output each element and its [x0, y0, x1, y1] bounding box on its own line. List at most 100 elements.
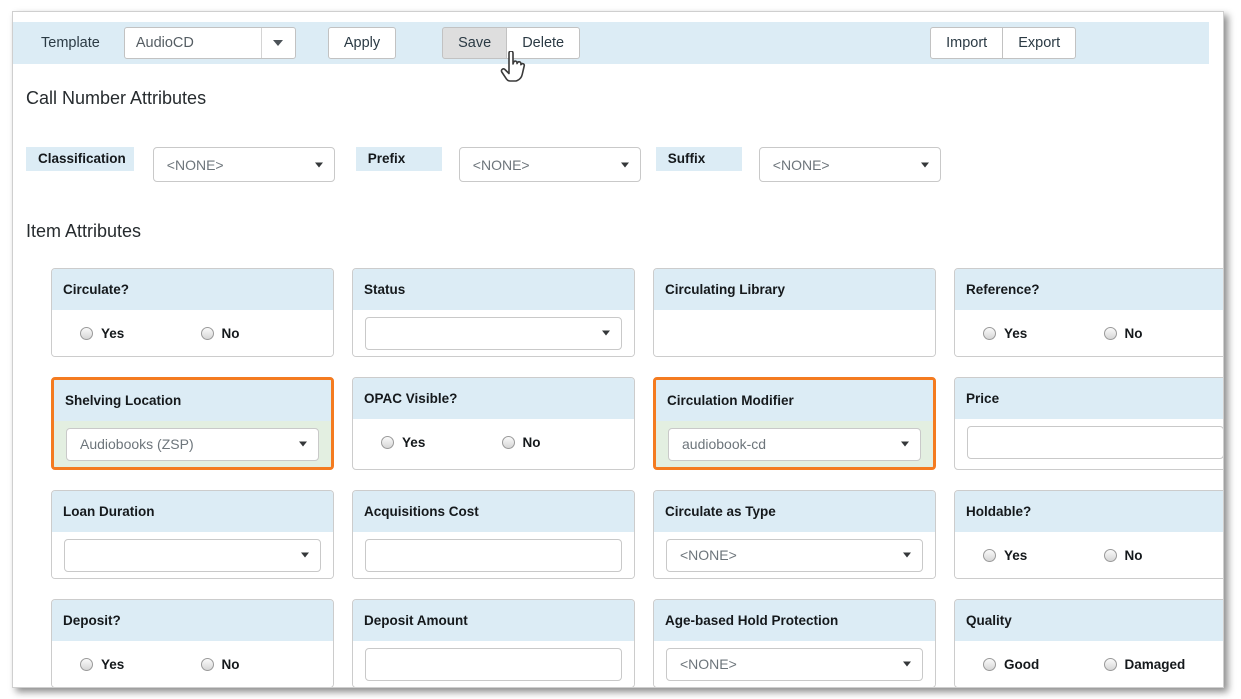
suffix-select[interactable]: <NONE> [758, 147, 941, 182]
attr-body-circulation-modifier: audiobook-cd [656, 421, 934, 467]
input-acquisitions-cost[interactable] [365, 538, 622, 572]
attr-card-circulating-library: Circulating Library [653, 268, 936, 357]
attr-label-circulation-modifier: Circulation Modifier [656, 380, 934, 421]
radio-holdable-yes[interactable]: Yes [983, 548, 1104, 563]
item-attributes-row: Shelving Location Audiobooks (ZSP) OPAC Vi… [51, 377, 1223, 470]
radio-button-icon[interactable] [200, 326, 214, 340]
radio-label: Yes [101, 656, 125, 672]
radio-group-holdable: Yes No [967, 548, 1224, 563]
classification-select[interactable]: <NONE> [152, 147, 335, 182]
radio-label: Yes [1004, 547, 1028, 563]
radio-button-icon[interactable] [983, 657, 996, 671]
select-circulation-modifier[interactable]: audiobook-cd [668, 427, 922, 461]
attr-card-quality: Quality Good Damaged [954, 599, 1224, 687]
attr-body-reference: Yes No [955, 310, 1224, 356]
select-shelving-location[interactable]: Audiobooks (ZSP) [66, 427, 320, 461]
template-select[interactable]: AudioCD [123, 27, 296, 59]
classification-select-value: <NONE> [166, 156, 224, 173]
suffix-select-value: <NONE> [772, 156, 830, 173]
select-value-shelving-location: Audiobooks (ZSP) [80, 436, 194, 452]
attr-label-circulating-library: Circulating Library [654, 269, 935, 310]
radio-group-opac-visible: Yes No [365, 435, 622, 450]
radio-circulate-yes[interactable]: Yes [80, 326, 201, 341]
radio-button-icon[interactable] [1103, 326, 1117, 340]
radio-button-icon[interactable] [1103, 657, 1117, 671]
attr-label-loan-duration: Loan Duration [52, 491, 333, 532]
template-toolbar: Template AudioCD Apply Save Delete Impor… [13, 22, 1209, 64]
export-button[interactable]: Export [1003, 27, 1077, 59]
prefix-label: Prefix [355, 147, 442, 171]
radio-holdable-no[interactable]: No [1103, 548, 1224, 563]
select-age-based-hold-protection[interactable]: <NONE> [666, 647, 923, 681]
select-value-age-based-hold-protection: <NONE> [680, 656, 737, 672]
attr-label-deposit-amount: Deposit Amount [353, 600, 634, 641]
attr-card-holdable: Holdable? Yes No [954, 490, 1224, 579]
template-label: Template [41, 35, 100, 51]
item-attributes-row: Loan Duration Acquisitions Cost Circulate … [51, 490, 1224, 579]
attr-label-circulate-as-type: Circulate as Type [654, 491, 935, 532]
call-number-attributes-row: Classification <NONE> Prefix <NONE> Suff… [26, 147, 941, 193]
select-status[interactable] [365, 316, 622, 350]
apply-button[interactable]: Apply [327, 27, 397, 59]
radio-quality-good[interactable]: Good [983, 657, 1104, 672]
radio-opac-visible-no[interactable]: No [501, 435, 622, 450]
attr-body-shelving-location: Audiobooks (ZSP) [54, 421, 332, 467]
suffix-field: Suffix <NONE> [655, 147, 941, 182]
delete-button[interactable]: Delete [507, 27, 581, 59]
input-price[interactable] [967, 425, 1223, 459]
attr-label-quality: Quality [955, 600, 1223, 641]
select-value-circulate-as-type: <NONE> [680, 547, 737, 563]
save-button[interactable]: Save [442, 27, 508, 59]
attr-label-price: Price [955, 378, 1223, 419]
radio-button-icon[interactable] [983, 548, 996, 562]
radio-button-icon[interactable] [200, 657, 214, 671]
attr-card-status: Status [352, 268, 635, 357]
attr-body-deposit-amount [353, 641, 634, 687]
chevron-down-icon [272, 40, 283, 46]
attr-body-age-based-hold-protection: <NONE> [654, 641, 935, 687]
chevron-down-icon [903, 552, 911, 558]
import-button[interactable]: Import [930, 27, 1004, 59]
apply-button-group: Apply [327, 27, 397, 59]
attr-card-circulate: Circulate? Yes No [51, 268, 334, 357]
template-select-value: AudioCD [135, 35, 194, 51]
radio-label: No [1124, 325, 1143, 341]
chevron-down-icon [620, 162, 629, 167]
radio-label: No [221, 325, 240, 341]
radio-group-quality: Good Damaged [967, 657, 1224, 672]
radio-quality-damaged[interactable]: Damaged [1103, 657, 1224, 672]
attr-card-price: Price [954, 377, 1223, 470]
import-export-button-group: Import Export [930, 27, 1077, 59]
radio-reference-no[interactable]: No [1103, 325, 1224, 341]
attr-label-acquisitions-cost: Acquisitions Cost [353, 491, 634, 532]
radio-deposit-no[interactable]: No [200, 657, 322, 672]
radio-opac-visible-yes[interactable]: Yes [381, 435, 501, 450]
item-attributes-row: Deposit? Yes No Deposit Amount Age-based Hol… [51, 599, 1224, 687]
select-circulate-as-type[interactable]: <NONE> [666, 538, 923, 572]
attr-body-holdable: Yes No [955, 532, 1224, 578]
attr-label-opac-visible: OPAC Visible? [353, 378, 634, 419]
radio-button-icon[interactable] [1103, 548, 1117, 562]
radio-button-icon[interactable] [80, 326, 93, 340]
radio-button-icon[interactable] [80, 657, 93, 671]
radio-reference-yes[interactable]: Yes [983, 326, 1104, 341]
radio-button-icon[interactable] [381, 435, 395, 449]
radio-label: Yes [101, 325, 125, 341]
input-deposit-amount[interactable] [365, 647, 622, 681]
chevron-down-icon [920, 162, 929, 167]
radio-button-icon[interactable] [983, 326, 996, 340]
radio-group-deposit: Yes No [64, 657, 321, 672]
radio-deposit-yes[interactable]: Yes [80, 657, 201, 672]
radio-circulate-no[interactable]: No [200, 325, 322, 341]
attr-card-circulation-modifier: Circulation Modifier audiobook-cd [653, 377, 937, 470]
chevron-down-icon [602, 330, 610, 336]
prefix-select[interactable]: <NONE> [458, 147, 641, 182]
radio-button-icon[interactable] [501, 435, 515, 449]
attr-label-holdable: Holdable? [955, 491, 1223, 532]
radio-group-reference: Yes No [967, 325, 1224, 341]
template-editor-window: Template AudioCD Apply Save Delete Impor… [12, 11, 1224, 688]
attr-body-circulate-as-type: <NONE> [654, 532, 935, 578]
select-loan-duration[interactable] [64, 538, 321, 572]
attr-body-price [955, 419, 1223, 465]
radio-group-circulate: Yes No [64, 326, 321, 341]
